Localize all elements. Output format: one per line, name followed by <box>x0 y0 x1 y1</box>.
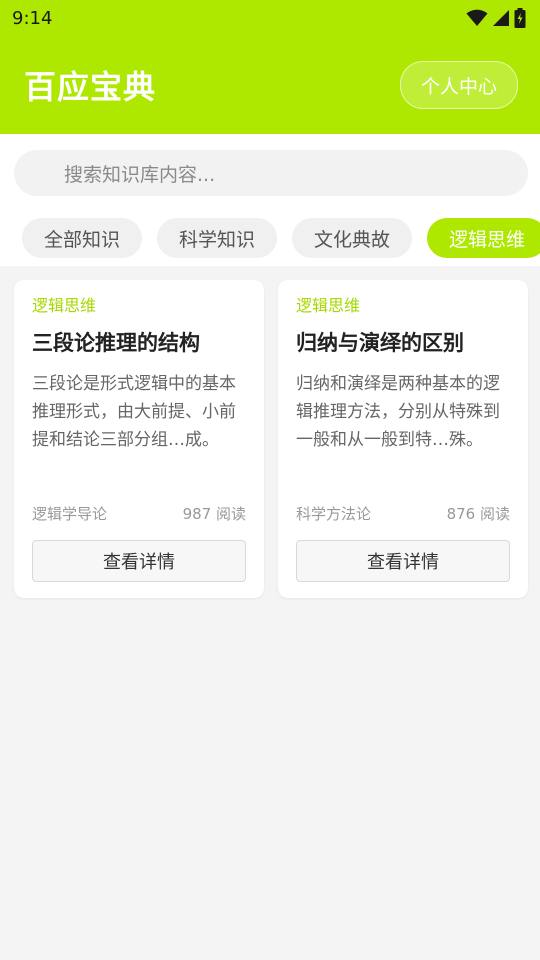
profile-center-button[interactable]: 个人中心 <box>400 61 518 109</box>
tab-all-knowledge[interactable]: 全部知识 <box>22 218 143 258</box>
status-time: 9:14 <box>12 7 53 29</box>
battery-icon <box>514 8 526 28</box>
card-category: 逻辑思维 <box>296 296 361 315</box>
view-details-button[interactable]: 查看详情 <box>32 540 246 582</box>
signal-icon <box>493 10 509 26</box>
category-tabs: 全部知识 科学知识 文化典故 逻辑思维 <box>22 218 540 258</box>
card-read-count: 876 阅读 <box>446 505 510 523</box>
search-area: 搜索知识库内容... 全部知识 科学知识 文化典故 逻辑思维 <box>0 134 540 266</box>
knowledge-card[interactable]: 逻辑思维 归纳与演绎的区别 归纳和演绎是两种基本的逻辑推理方法，分别从特殊到一般… <box>278 280 528 598</box>
card-category: 逻辑思维 <box>32 296 97 315</box>
status-bar: 9:14 <box>0 0 540 36</box>
tab-science[interactable]: 科学知识 <box>157 218 278 258</box>
app-bar: 百应宝典 个人中心 <box>0 36 540 134</box>
card-source: 逻辑学导论 <box>32 505 108 523</box>
card-description: 归纳和演绎是两种基本的逻辑推理方法，分别从特殊到一般和从一般到特…殊。 <box>296 374 500 450</box>
tab-logic[interactable]: 逻辑思维 <box>427 218 540 258</box>
knowledge-card[interactable]: 逻辑思维 三段论推理的结构 三段论是形式逻辑中的基本推理形式，由大前提、小前提和… <box>14 280 264 598</box>
card-read-count: 987 阅读 <box>182 505 246 523</box>
status-icons <box>466 8 526 28</box>
card-source: 科学方法论 <box>296 505 372 523</box>
app-title: 百应宝典 <box>24 68 157 106</box>
view-details-button[interactable]: 查看详情 <box>296 540 510 582</box>
search-input[interactable]: 搜索知识库内容... <box>14 150 528 196</box>
card-meta: 逻辑学导论 987 阅读 <box>32 504 246 524</box>
card-meta: 科学方法论 876 阅读 <box>296 504 510 524</box>
card-title: 三段论推理的结构 <box>32 331 200 355</box>
card-description: 三段论是形式逻辑中的基本推理形式，由大前提、小前提和结论三部分组…成。 <box>32 374 236 450</box>
wifi-icon <box>466 9 488 26</box>
tab-culture[interactable]: 文化典故 <box>292 218 413 258</box>
card-title: 归纳与演绎的区别 <box>296 331 464 355</box>
